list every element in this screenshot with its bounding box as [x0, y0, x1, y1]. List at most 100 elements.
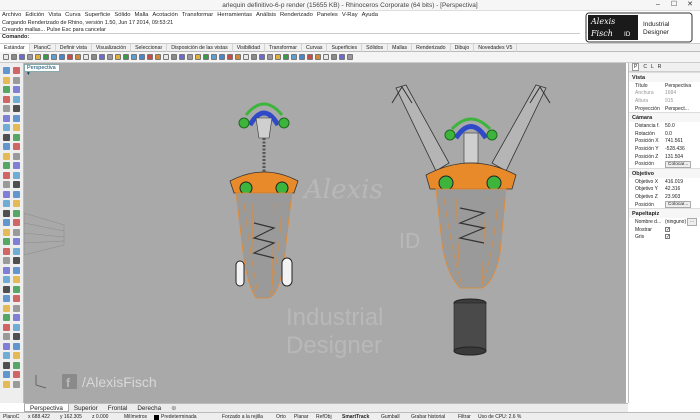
palette-tool-icon[interactable]: [13, 361, 20, 369]
toolbar-tool-icon[interactable]: [139, 54, 145, 60]
palette-tool-icon[interactable]: [13, 314, 20, 321]
palette-tool-icon[interactable]: [3, 285, 10, 293]
toolbar-tool-icon[interactable]: [107, 54, 113, 60]
menu-analisis[interactable]: Análisis: [254, 11, 278, 18]
palette-tool-icon[interactable]: [3, 257, 10, 264]
toolbar-tool-icon[interactable]: [51, 54, 57, 60]
viewport-title-tab[interactable]: Perspectiva ▾: [24, 64, 60, 77]
palette-tool-icon[interactable]: [3, 162, 10, 169]
camera-property-value[interactable]: 741.561: [665, 138, 700, 144]
palette-tool-icon[interactable]: [13, 247, 20, 255]
palette-tool-icon[interactable]: [13, 114, 20, 122]
menu-paneles[interactable]: Paneles: [315, 11, 340, 18]
toolbar-tool-icon[interactable]: [195, 54, 201, 60]
toolbar-tool-icon[interactable]: [147, 54, 153, 60]
toolbar-tool-icon[interactable]: [235, 54, 241, 60]
panel-tab-render[interactable]: R: [658, 64, 662, 70]
tab-curvas[interactable]: Curvas: [302, 44, 328, 52]
toolbar-tool-icon[interactable]: [315, 54, 321, 60]
target-property-value[interactable]: 42.316: [665, 186, 700, 192]
tab-transformar[interactable]: Transformar: [265, 44, 303, 52]
section-vista[interactable]: Vista: [629, 72, 700, 82]
menu-herramientas[interactable]: Herramientas: [215, 11, 254, 18]
toolbar-tool-icon[interactable]: [251, 54, 257, 60]
palette-tool-icon[interactable]: [3, 333, 10, 340]
palette-tool-icon[interactable]: [13, 76, 20, 84]
view-tab-perspectiva[interactable]: Perspectiva: [24, 404, 69, 412]
palette-tool-icon[interactable]: [3, 380, 10, 388]
tab-disposicion[interactable]: Disposición de las vistas: [167, 44, 233, 52]
palette-tool-icon[interactable]: [3, 228, 10, 236]
section-papeltapiz[interactable]: Papeltapiz: [629, 208, 700, 219]
palette-tool-icon[interactable]: [3, 314, 10, 321]
palette-tool-icon[interactable]: [3, 114, 10, 122]
wallpaper-gray-checkbox[interactable]: ✓: [665, 234, 670, 240]
close-button[interactable]: ✕: [685, 1, 695, 9]
palette-tool-icon[interactable]: [13, 181, 20, 188]
menu-transformar[interactable]: Transformar: [180, 11, 215, 18]
panel-tab-layers[interactable]: L: [651, 64, 654, 70]
toolbar-tool-icon[interactable]: [59, 54, 65, 60]
toolbar-tool-icon[interactable]: [243, 54, 249, 60]
palette-tool-icon[interactable]: [3, 143, 10, 150]
palette-tool-icon[interactable]: [13, 133, 20, 141]
palette-tool-icon[interactable]: [13, 86, 20, 93]
palette-tool-icon[interactable]: [13, 257, 20, 264]
palette-tool-icon[interactable]: [3, 304, 10, 312]
corkscrew-model-left[interactable]: [229, 102, 299, 299]
palette-tool-icon[interactable]: [13, 143, 20, 150]
palette-tool-icon[interactable]: [13, 266, 20, 274]
menu-edicion[interactable]: Edición: [23, 11, 46, 18]
toolbar-tool-icon[interactable]: [323, 54, 329, 60]
palette-tool-icon[interactable]: [3, 295, 10, 302]
target-position-button[interactable]: Colocar...: [665, 201, 692, 209]
minimize-button[interactable]: –: [653, 1, 663, 9]
status-orto[interactable]: Orto: [276, 414, 286, 420]
status-historial[interactable]: Grabar historial: [411, 414, 445, 420]
toolbar-tool-icon[interactable]: [171, 54, 177, 60]
toolbar-tool-icon[interactable]: [227, 54, 233, 60]
toolbar-tool-icon[interactable]: [179, 54, 185, 60]
palette-tool-icon[interactable]: [13, 323, 20, 331]
section-camara[interactable]: Cámara: [629, 112, 700, 123]
palette-tool-icon[interactable]: [13, 304, 20, 312]
camera-property-value[interactable]: 0.0: [665, 131, 700, 137]
palette-tool-icon[interactable]: [13, 352, 20, 359]
menu-renderizado[interactable]: Renderizado: [278, 11, 315, 18]
menu-acotacion[interactable]: Acotación: [150, 11, 179, 18]
palette-tool-icon[interactable]: [3, 219, 10, 226]
toolbar-tool-icon[interactable]: [131, 54, 137, 60]
dropdown-arrow-icon[interactable]: ▾: [27, 71, 30, 77]
toolbar-tool-icon[interactable]: [155, 54, 161, 60]
toolbar-tool-icon[interactable]: [27, 54, 33, 60]
panel-tab-camera[interactable]: C: [643, 64, 647, 70]
menu-superficie[interactable]: Superficie: [83, 11, 113, 18]
toolbar-tool-icon[interactable]: [211, 54, 217, 60]
palette-tool-icon[interactable]: [3, 209, 10, 217]
panel-tab-properties[interactable]: P: [632, 63, 640, 71]
palette-tool-icon[interactable]: [3, 124, 10, 131]
menu-archivo[interactable]: Archivo: [0, 11, 23, 18]
palette-tool-icon[interactable]: [3, 181, 10, 188]
menu-malla[interactable]: Malla: [133, 11, 151, 18]
tab-seleccionar[interactable]: Seleccionar: [131, 44, 168, 52]
status-planar[interactable]: Planar: [294, 414, 308, 420]
palette-tool-icon[interactable]: [13, 342, 20, 350]
palette-tool-icon[interactable]: [13, 171, 20, 179]
toolbar-tool-icon[interactable]: [99, 54, 105, 60]
palette-tool-icon[interactable]: [3, 371, 10, 378]
palette-tool-icon[interactable]: [3, 171, 10, 179]
toolbar-tool-icon[interactable]: [115, 54, 121, 60]
toolbar-tool-icon[interactable]: [3, 54, 9, 60]
add-view-tab-icon[interactable]: ⊕: [166, 404, 181, 412]
toolbar-tool-icon[interactable]: [283, 54, 289, 60]
palette-tool-icon[interactable]: [3, 266, 10, 274]
toolbar-tool-icon[interactable]: [83, 54, 89, 60]
camera-property-value[interactable]: 131.504: [665, 154, 700, 160]
command-input[interactable]: Comando:: [0, 33, 580, 41]
palette-tool-icon[interactable]: [13, 285, 20, 293]
palette-tool-icon[interactable]: [13, 380, 20, 388]
status-refobj[interactable]: RefObj: [316, 414, 332, 420]
toolbar-tool-icon[interactable]: [347, 54, 353, 60]
toolbar-tool-icon[interactable]: [339, 54, 345, 60]
